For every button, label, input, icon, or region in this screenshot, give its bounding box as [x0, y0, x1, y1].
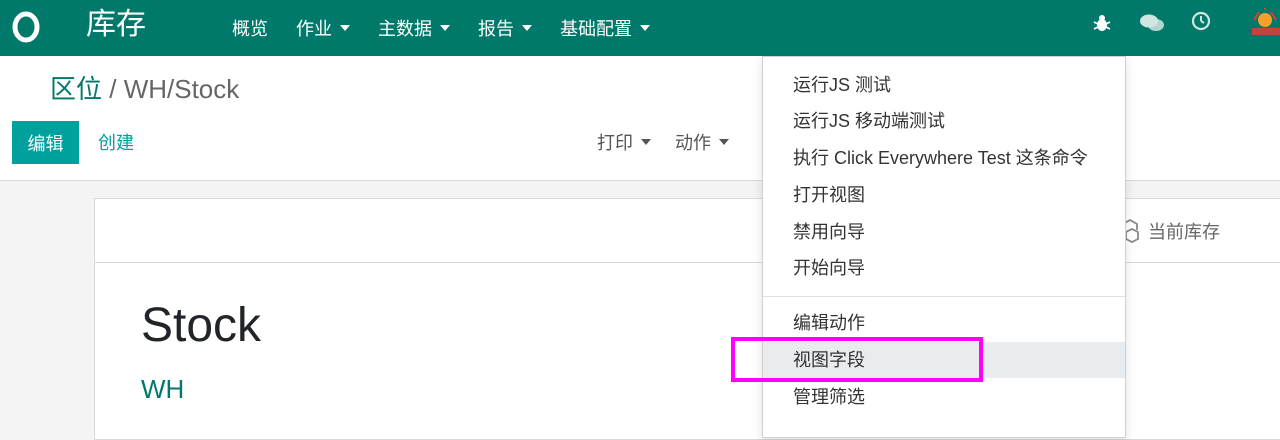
breadcrumb: 区位 / WH/Stock: [50, 74, 239, 104]
caret-down-icon: [340, 25, 350, 31]
menu-reporting-label: 报告: [478, 19, 514, 39]
breadcrumb-parent-link[interactable]: 区位: [50, 74, 102, 104]
menu-item-run-js-tests[interactable]: 运行JS 测试: [763, 67, 1125, 103]
menu-overview[interactable]: 概览: [232, 15, 268, 41]
menu-item-label: 禁用向导: [793, 222, 865, 242]
menu-item-start-tour[interactable]: 开始向导: [763, 250, 1125, 286]
bug-icon[interactable]: [1091, 12, 1113, 34]
menu-item-manage-filters[interactable]: 管理筛选: [763, 379, 1125, 415]
clock-icon[interactable]: [1190, 10, 1212, 32]
main-menu: 概览 作业 主数据 报告 基础配置: [232, 0, 678, 56]
menu-master-data-label: 主数据: [378, 19, 432, 39]
menu-operations[interactable]: 作业: [296, 15, 350, 41]
menu-item-click-everywhere[interactable]: 执行 Click Everywhere Test 这条命令: [763, 140, 1125, 176]
menu-overview-label: 概览: [232, 19, 268, 39]
odoo-logo-icon[interactable]: [12, 10, 40, 44]
print-dropdown[interactable]: 打印: [597, 129, 651, 155]
edit-button[interactable]: 编辑: [12, 121, 79, 164]
menu-configuration[interactable]: 基础配置: [560, 15, 650, 41]
menu-item-label: 管理筛选: [793, 387, 865, 407]
current-stock-button[interactable]: 当前库存: [1120, 218, 1220, 244]
menu-item-run-js-mobile-tests[interactable]: 运行JS 移动端测试: [763, 103, 1125, 139]
app-name[interactable]: 库存: [86, 8, 146, 42]
chat-icon[interactable]: [1139, 12, 1165, 34]
caret-down-icon: [641, 139, 651, 145]
menu-item-label: 编辑动作: [793, 313, 865, 333]
highlight-box: [731, 337, 983, 382]
menu-reporting[interactable]: 报告: [478, 15, 532, 41]
caret-down-icon: [440, 25, 450, 31]
breadcrumb-separator: /: [102, 74, 124, 104]
caret-down-icon: [719, 139, 729, 145]
action-label: 动作: [675, 133, 711, 153]
menu-divider: [763, 296, 1125, 297]
action-dropdown[interactable]: 动作: [675, 129, 729, 155]
print-label: 打印: [597, 133, 633, 153]
user-avatar-icon[interactable]: [1250, 8, 1280, 38]
menu-item-label: 打开视图: [793, 185, 865, 205]
menu-master-data[interactable]: 主数据: [378, 15, 450, 41]
menu-item-label: 执行 Click Everywhere Test 这条命令: [793, 148, 1088, 168]
menu-operations-label: 作业: [296, 19, 332, 39]
current-stock-label: 当前库存: [1148, 222, 1220, 242]
caret-down-icon: [522, 25, 532, 31]
create-button[interactable]: 创建: [98, 129, 134, 155]
menu-item-label: 开始向导: [793, 258, 865, 278]
top-navbar: 库存 概览 作业 主数据 报告 基础配置: [0, 0, 1280, 56]
menu-item-label: 运行JS 测试: [793, 75, 892, 95]
menu-item-disable-tours[interactable]: 禁用向导: [763, 214, 1125, 250]
menu-configuration-label: 基础配置: [560, 19, 632, 39]
menu-item-label: 运行JS 移动端测试: [793, 111, 946, 131]
caret-down-icon: [640, 25, 650, 31]
record-warehouse[interactable]: WH: [141, 374, 184, 405]
breadcrumb-current: WH/Stock: [123, 74, 240, 104]
record-name: Stock: [141, 299, 262, 352]
menu-item-edit-action[interactable]: 编辑动作: [763, 305, 1125, 341]
menu-item-open-view[interactable]: 打开视图: [763, 177, 1125, 213]
